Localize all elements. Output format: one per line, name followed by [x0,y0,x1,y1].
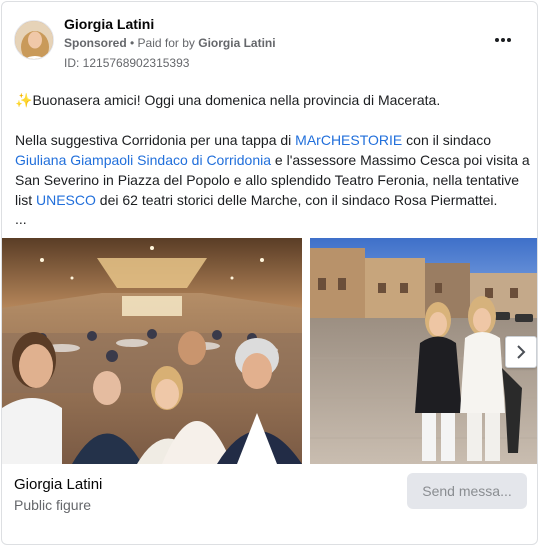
carousel-next-button[interactable] [505,336,537,368]
link-sindaco-corridonia[interactable]: Giuliana Giampaoli Sindaco di Corridonia [15,152,271,168]
send-message-button[interactable]: Send messa... [407,473,527,509]
chevron-right-icon [517,345,526,359]
paid-for-prefix: • Paid for by [126,36,199,50]
footer-page-name[interactable]: Giorgia Latini [14,476,102,493]
payer-name: Giorgia Latini [198,36,276,50]
sponsored-meta: Sponsored • Paid for by Giorgia Latini [64,36,276,50]
see-more-ellipsis[interactable]: ... [15,211,27,227]
carousel-photo-2[interactable] [310,238,537,464]
more-options-button[interactable] [491,30,515,50]
carousel-photo-1[interactable] [2,238,302,464]
ad-id: ID: 1215768902315393 [64,56,190,70]
link-marchestorie[interactable]: MArCHESTORIE [295,132,402,148]
more-horizontal-icon [495,38,499,42]
footer-page-category: Public figure [14,497,92,513]
post-header: Giorgia Latini Sponsored • Paid for by G… [2,2,537,82]
sparkles-icon: ✨ [15,92,33,108]
image-carousel [2,238,537,464]
page-avatar[interactable] [14,20,54,60]
link-unesco[interactable]: UNESCO [36,192,96,208]
sponsored-label: Sponsored [64,36,127,50]
sponsored-post-card: Giorgia Latini Sponsored • Paid for by G… [1,1,538,545]
post-paragraph: Nella suggestiva Corridonia per una tapp… [15,132,530,208]
post-greeting: ✨Buonasera amici! Oggi una domenica nell… [15,92,441,108]
post-text: ✨Buonasera amici! Oggi una domenica nell… [15,90,530,230]
page-name[interactable]: Giorgia Latini [64,16,154,32]
